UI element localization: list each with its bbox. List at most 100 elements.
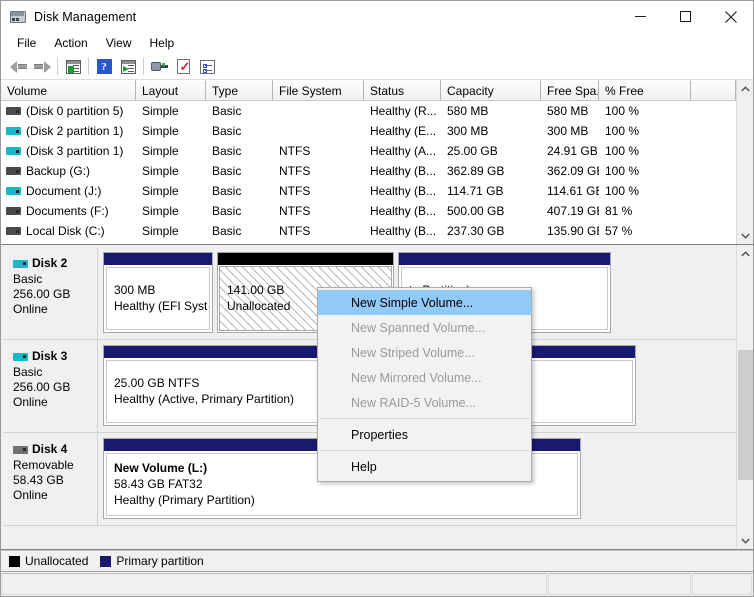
context-menu-item[interactable]: Properties [318, 422, 531, 447]
context-menu-item[interactable]: Help [318, 454, 531, 479]
context-menu-item: New RAID-5 Volume... [318, 390, 531, 415]
partition-label: 300 MBHealthy (EFI Syst· [106, 267, 210, 330]
drive-icon [6, 147, 21, 155]
show-action-pane-button[interactable] [195, 56, 219, 78]
legend-entry: Unallocated [9, 554, 88, 568]
cell-type: Basic [206, 144, 273, 158]
disk-info[interactable]: Disk 2Basic256.00 GBOnline [3, 247, 98, 339]
table-row[interactable]: Local Disk (C:)SimpleBasicNTFSHealthy (B… [1, 221, 736, 241]
cell-free: 300 MB [541, 124, 599, 138]
disk-info[interactable]: Disk 4Removable58.43 GBOnline [3, 433, 98, 525]
cell-pctfree: 57 % [599, 224, 691, 238]
maximize-icon[interactable] [663, 1, 708, 32]
cell-pctfree: 100 % [599, 124, 691, 138]
disk-size: 256.00 GB [13, 380, 97, 395]
back-button[interactable] [6, 56, 30, 78]
minimize-icon[interactable] [618, 1, 663, 32]
cell-volume: (Disk 2 partition 1) [1, 124, 136, 138]
drive-icon [6, 207, 21, 215]
column-header[interactable]: Status [364, 80, 441, 100]
disk-state: Online [13, 302, 97, 317]
drive-icon [6, 107, 21, 115]
back-arrow-icon [10, 60, 27, 73]
cell-free: 580 MB [541, 104, 599, 118]
menu-file[interactable]: File [8, 34, 45, 53]
column-header[interactable]: Free Spa... [541, 80, 599, 100]
status-pane-3 [692, 573, 752, 595]
table-row[interactable]: (Disk 3 partition 1)SimpleBasicNTFSHealt… [1, 141, 736, 161]
toolbar: ? ✓ [1, 54, 753, 80]
cell-capacity: 114.71 GB [441, 184, 541, 198]
partition-status: Healthy (Primary Partition) [114, 492, 577, 508]
cell-capacity: 580 MB [441, 104, 541, 118]
window-left-icon [66, 60, 81, 74]
column-header[interactable]: File System [273, 80, 364, 100]
document-check-icon: ✓ [177, 59, 190, 74]
drive-icon [6, 227, 21, 235]
cell-type: Basic [206, 224, 273, 238]
cell-capacity: 237.30 GB [441, 224, 541, 238]
table-row[interactable]: (Disk 0 partition 5)SimpleBasicHealthy (… [1, 101, 736, 121]
cell-pctfree: 100 % [599, 104, 691, 118]
menu-action[interactable]: Action [45, 34, 96, 53]
volume-list-scrollbar[interactable] [736, 80, 753, 244]
context-menu-item[interactable]: New Simple Volume... [318, 290, 531, 315]
partition-bar [399, 253, 610, 265]
context-menu-item: New Spanned Volume... [318, 315, 531, 340]
volume-table-header: VolumeLayoutTypeFile SystemStatusCapacit… [1, 80, 736, 101]
partition-block[interactable]: 300 MBHealthy (EFI Syst· [103, 252, 213, 333]
cell-volume: Local Disk (C:) [1, 224, 136, 238]
column-header[interactable]: Capacity [441, 80, 541, 100]
window-title: Disk Management [34, 10, 136, 24]
table-row[interactable]: New Volume (L:)SimpleBasicFAT32Healthy (… [1, 241, 736, 244]
disk-pane-scrollbar[interactable] [736, 245, 753, 549]
table-row[interactable]: (Disk 2 partition 1)SimpleBasicHealthy (… [1, 121, 736, 141]
plug-icon [151, 60, 168, 73]
menu-help[interactable]: Help [141, 34, 184, 53]
cell-free: 135.90 GB [541, 224, 599, 238]
column-header[interactable]: Volume [1, 80, 136, 100]
legend-label: Primary partition [116, 554, 203, 568]
column-header[interactable]: % Free [599, 80, 691, 100]
scroll-down-button[interactable] [737, 227, 754, 244]
disk-name: Disk 4 [13, 442, 97, 457]
rescan-disks-button[interactable] [147, 56, 171, 78]
column-header[interactable]: Layout [136, 80, 206, 100]
partition-bar [218, 253, 393, 265]
cell-layout: Simple [136, 224, 206, 238]
cell-layout: Simple [136, 104, 206, 118]
properties-button[interactable]: ✓ [171, 56, 195, 78]
column-header[interactable]: Type [206, 80, 273, 100]
cell-volume: Document (J:) [1, 184, 136, 198]
up-one-level-button[interactable] [61, 56, 85, 78]
menu-view[interactable]: View [97, 34, 141, 53]
cell-filesystem: NTFS [273, 224, 364, 238]
legend-swatch [9, 556, 20, 567]
disk-scroll-up-button[interactable] [737, 245, 753, 262]
disk-name: Disk 3 [13, 349, 97, 364]
forward-button[interactable] [30, 56, 54, 78]
show-hide-console-tree-button[interactable] [116, 56, 140, 78]
cell-layout: Simple [136, 144, 206, 158]
cell-volume: (Disk 3 partition 1) [1, 144, 136, 158]
disk-scroll-thumb[interactable] [738, 350, 753, 480]
cell-filesystem: NTFS [273, 184, 364, 198]
cell-layout: Simple [136, 204, 206, 218]
disk-management-icon [10, 9, 26, 25]
cell-status: Healthy (B... [364, 184, 441, 198]
table-row[interactable]: Document (J:)SimpleBasicNTFSHealthy (B..… [1, 181, 736, 201]
cell-status: Healthy (B... [364, 224, 441, 238]
disk-kind: Basic [13, 365, 97, 380]
table-row[interactable]: Documents (F:)SimpleBasicNTFSHealthy (B.… [1, 201, 736, 221]
table-row[interactable]: Backup (G:)SimpleBasicNTFSHealthy (B...3… [1, 161, 736, 181]
cell-layout: Simple [136, 124, 206, 138]
toolbar-separator [143, 58, 144, 75]
disk-scroll-down-button[interactable] [737, 532, 753, 549]
help-button[interactable]: ? [92, 56, 116, 78]
drive-icon [6, 167, 21, 175]
cell-status: Healthy (B... [364, 204, 441, 218]
scroll-up-button[interactable] [737, 80, 754, 97]
cell-pctfree: 81 % [599, 204, 691, 218]
close-icon[interactable] [708, 1, 753, 32]
disk-info[interactable]: Disk 3Basic256.00 GBOnline [3, 340, 98, 432]
